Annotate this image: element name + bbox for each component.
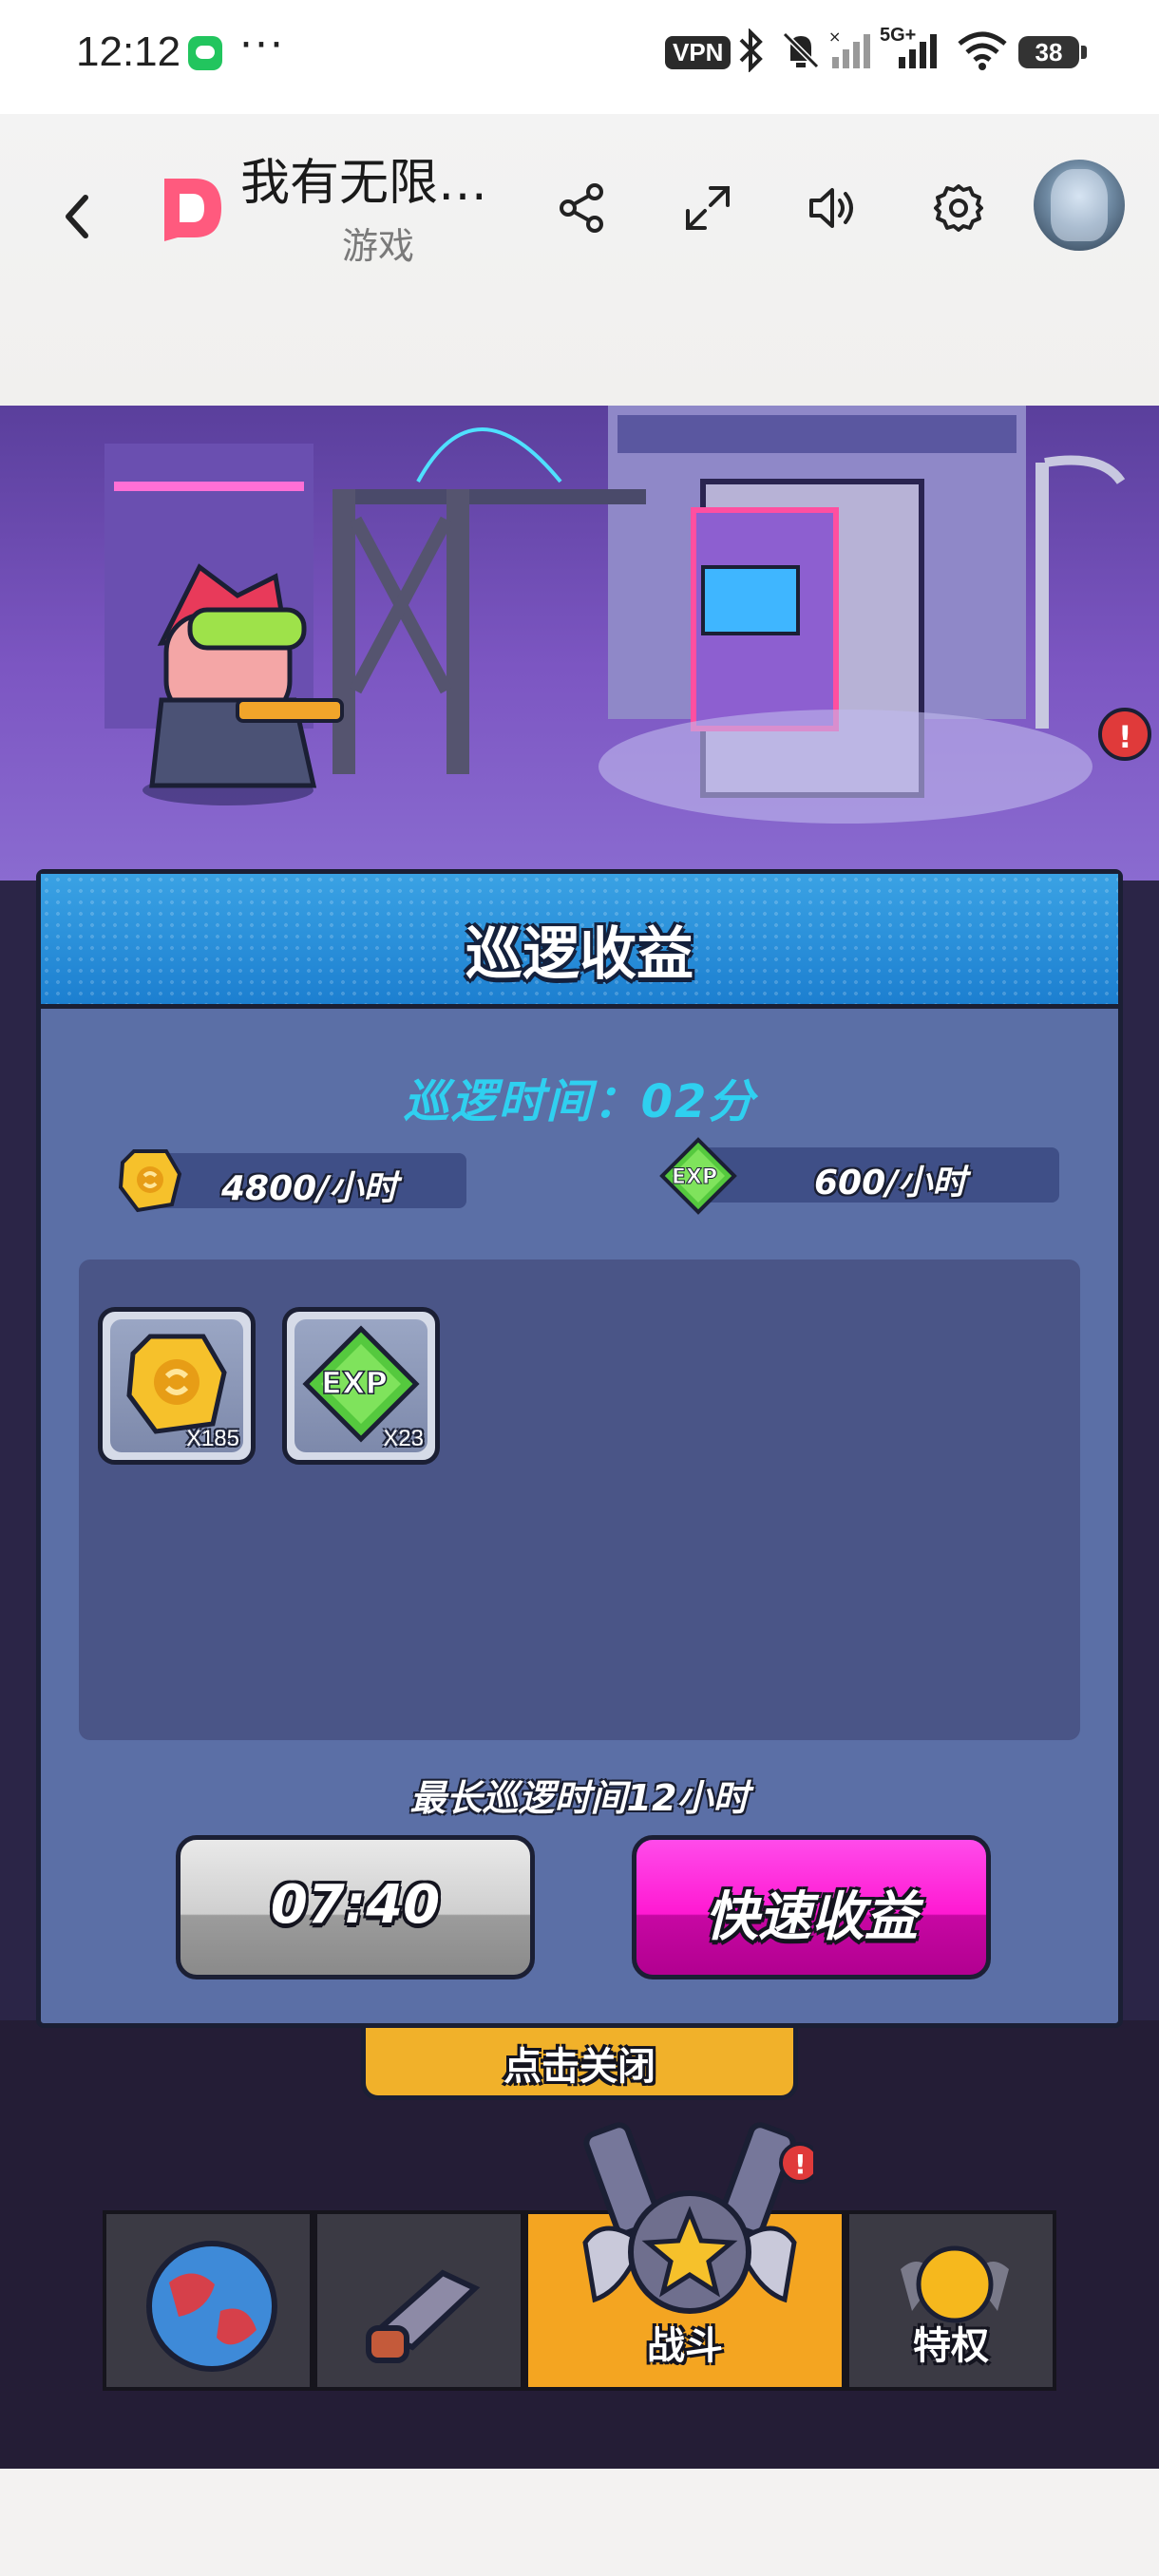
reward-slot-gold[interactable]: X185	[98, 1307, 256, 1465]
gold-coin-icon	[126, 1334, 227, 1434]
sound-button[interactable]	[800, 175, 866, 241]
user-avatar[interactable]	[1034, 160, 1125, 251]
fullscreen-button[interactable]	[674, 175, 741, 241]
quick-collect-button[interactable]: 快速收益	[632, 1835, 991, 1979]
close-dialog-label: 点击关闭	[504, 2045, 656, 2089]
back-button[interactable]	[48, 169, 104, 264]
app-logo	[164, 179, 221, 241]
max-patrol-time-note: 最长巡逻时间12小时	[409, 1777, 750, 1819]
tab-weapons[interactable]	[314, 2210, 524, 2391]
reward-quantity: X185	[185, 1426, 239, 1451]
bottom-nav: ! 战斗 特权	[103, 2122, 1056, 2391]
tab-privilege-label: 特权	[913, 2324, 989, 2368]
reward-quantity: X23	[383, 1426, 424, 1451]
dialog-header: 巡逻收益	[41, 874, 1118, 1009]
status-bar: 12:12 ··· VPN × 5G+ 38	[0, 0, 1159, 114]
gold-rate-pill: 4800/小时	[153, 1153, 466, 1208]
patrol-timer-label: 07:40	[270, 1874, 441, 1936]
mute-bell-icon	[782, 31, 820, 69]
svg-text:!: !	[794, 2149, 807, 2180]
close-dialog-button[interactable]: 点击关闭	[361, 2028, 798, 2100]
game-canvas: ! 巡逻收益 巡逻时间：02分 4800/小时 600/小时 EXP X185 …	[0, 406, 1159, 2469]
app-header: 我有无限… 游戏	[0, 114, 1159, 408]
wechat-notification-icon	[188, 36, 222, 70]
patrol-timer-button[interactable]: 07:40	[176, 1835, 535, 1979]
gold-coin-icon	[118, 1149, 182, 1213]
quick-collect-label: 快速收益	[705, 1886, 918, 1948]
share-button[interactable]	[549, 175, 616, 241]
exp-rate-pill: 600/小时	[700, 1147, 1059, 1203]
exp-rate-value: 600/小时	[814, 1164, 967, 1203]
tab-battle[interactable]: ! 战斗	[524, 2122, 846, 2391]
gold-rate-value: 4800/小时	[221, 1169, 398, 1208]
svg-text:EXP: EXP	[321, 1365, 388, 1401]
tab-battle-label: 战斗	[647, 2324, 723, 2368]
svg-text:×: ×	[828, 28, 841, 46]
exp-gem-icon: EXP	[659, 1137, 737, 1215]
revolver-icon	[366, 2269, 481, 2363]
settings-gear-button[interactable]	[925, 175, 992, 241]
tab-privilege[interactable]: 特权	[846, 2210, 1056, 2391]
app-title: 我有无限…	[240, 155, 488, 212]
reward-slot-exp[interactable]: EXP X23	[282, 1307, 440, 1465]
signal-icon-1: ×	[828, 28, 870, 68]
battery-indicator: 38	[1018, 36, 1087, 68]
signal-icon-2	[899, 34, 937, 68]
wifi-icon	[958, 31, 1007, 70]
clock: 12:12	[76, 28, 181, 75]
patrol-rewards-dialog: 巡逻收益 巡逻时间：02分 4800/小时 600/小时 EXP X185 EX…	[36, 869, 1123, 2028]
dialog-title: 巡逻收益	[466, 921, 694, 988]
svg-text:EXP: EXP	[672, 1165, 717, 1189]
battle-emblem-icon: !	[582, 2122, 813, 2314]
tab-world[interactable]	[103, 2210, 314, 2391]
navigation-bar-area	[0, 2469, 1159, 2576]
vpn-badge: VPN	[665, 36, 732, 69]
reward-items-panel: X185 EXP X23	[79, 1260, 1080, 1740]
bluetooth-icon	[739, 28, 763, 72]
patrol-time-label: 巡逻时间：02分	[403, 1075, 756, 1128]
app-subtitle: 游戏	[342, 225, 415, 267]
globe-icon	[146, 2241, 277, 2372]
more-notifications-icon: ···	[239, 21, 285, 69]
